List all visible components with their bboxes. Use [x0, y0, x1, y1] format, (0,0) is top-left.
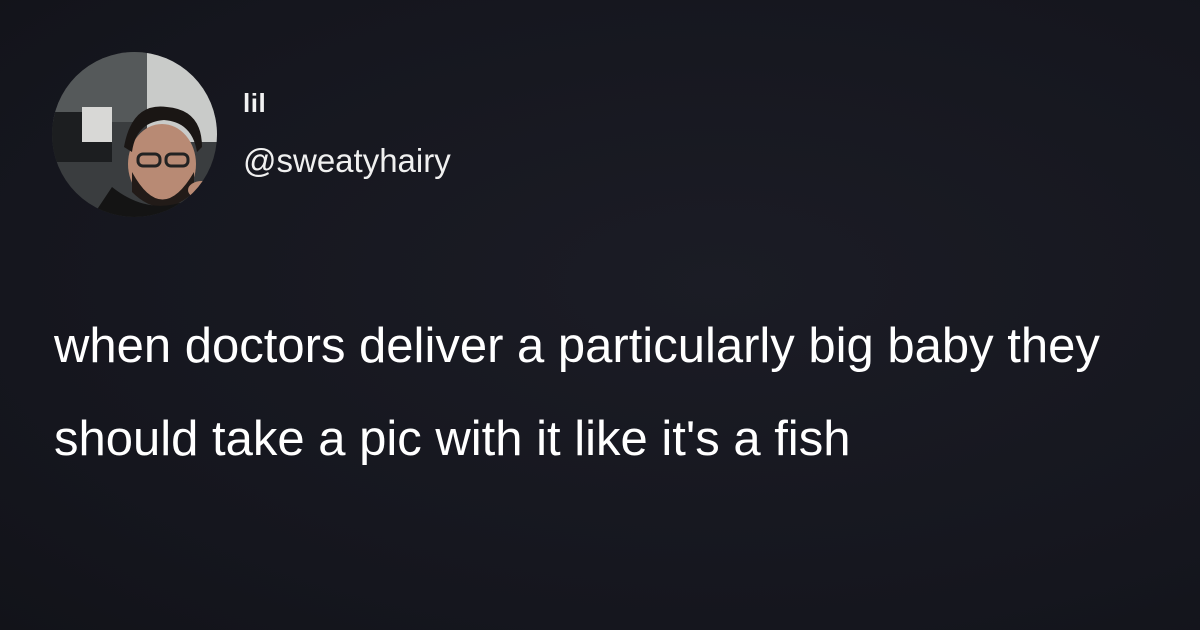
display-name[interactable]: lil [243, 88, 451, 118]
tweet-header: lil @sweatyhairy [52, 52, 451, 217]
user-handle[interactable]: @sweatyhairy [243, 142, 451, 180]
user-names: lil @sweatyhairy [243, 88, 451, 180]
user-avatar[interactable] [52, 52, 217, 217]
tweet-card: lil @sweatyhairy when doctors deliver a … [0, 0, 1200, 630]
avatar-photo-icon [52, 52, 217, 217]
tweet-text: when doctors deliver a particularly big … [54, 319, 1100, 466]
